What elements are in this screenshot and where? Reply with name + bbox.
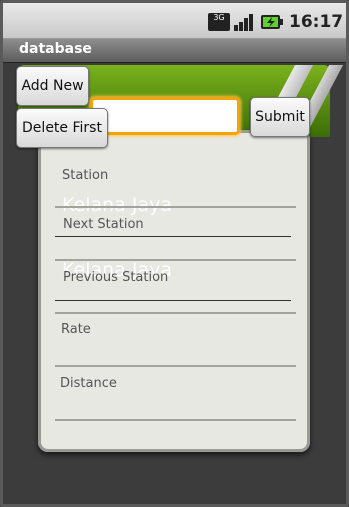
signal-icon [234, 14, 253, 31]
title-bar: database [3, 39, 346, 63]
station-input[interactable] [90, 97, 240, 135]
battery-charging-icon [261, 15, 283, 29]
next-station-label: Next Station [63, 217, 144, 232]
add-new-button[interactable]: Add New [16, 66, 89, 106]
previous-station-label: Previous Station [63, 270, 169, 285]
status-bar: 3G 16:17 [3, 3, 346, 39]
station-value[interactable]: Kelana Jaya [62, 194, 172, 216]
station-underline [55, 206, 296, 208]
distance-label: Distance [60, 376, 117, 391]
network-label: 3G [213, 13, 225, 22]
station-label: Station [62, 168, 109, 183]
previous-station-divider [55, 312, 296, 314]
next-station-underline [55, 236, 291, 237]
previous-station-underline [55, 300, 291, 301]
next-station-divider [55, 259, 296, 261]
app-title: database [19, 41, 92, 57]
status-time: 16:17 [289, 12, 344, 32]
rate-underline[interactable] [55, 365, 296, 367]
delete-first-button[interactable]: Delete First [16, 108, 108, 148]
network-3g-icon: 3G [208, 13, 230, 31]
submit-button[interactable]: Submit [250, 97, 310, 137]
distance-underline[interactable] [55, 419, 296, 421]
rate-label: Rate [61, 322, 91, 337]
